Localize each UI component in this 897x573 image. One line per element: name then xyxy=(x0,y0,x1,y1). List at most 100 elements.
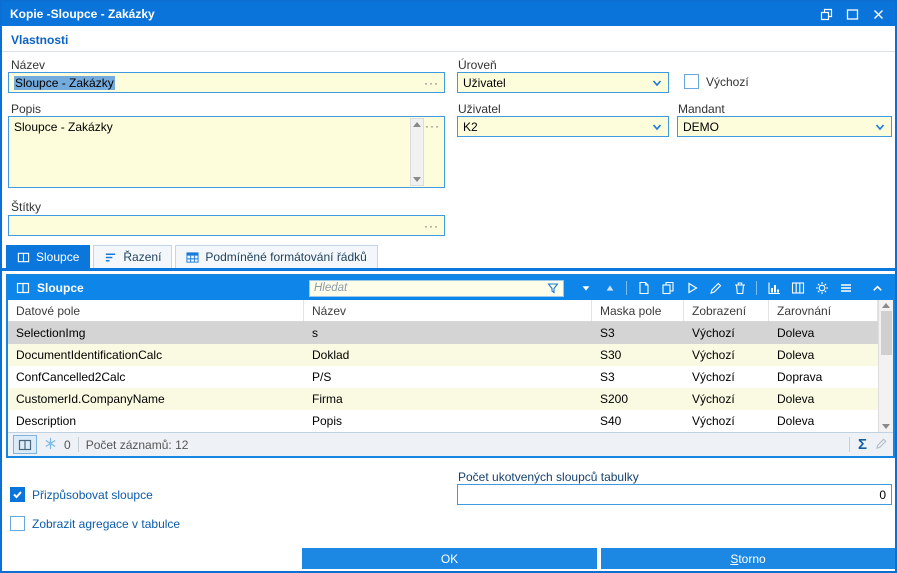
cell-zarovnani: Doleva xyxy=(777,326,815,340)
storno-button[interactable]: Storno xyxy=(601,548,895,569)
close-icon[interactable] xyxy=(869,6,887,22)
window-title: Kopie -Sloupce - Zakázky xyxy=(10,7,155,21)
popis-scrollbar[interactable] xyxy=(410,118,424,186)
cell-datove-pole: ConfCancelled2Calc xyxy=(16,370,126,384)
chart-icon[interactable] xyxy=(766,280,781,296)
uzivatel-combo[interactable]: K2 xyxy=(457,116,669,137)
cell-zarovnani: Doleva xyxy=(777,392,815,406)
cell-datove-pole: SelectionImg xyxy=(16,326,86,340)
table-row[interactable]: Description Popis S40 Výchozí Doleva xyxy=(8,410,878,432)
copy-record-icon[interactable] xyxy=(660,280,675,296)
delete-icon[interactable] xyxy=(732,280,747,296)
table-row[interactable]: ConfCancelled2Calc P/S S3 Výchozí Doprav… xyxy=(8,366,878,388)
popis-textarea[interactable]: Sloupce - Zakázky ··· xyxy=(8,116,445,188)
filter-icon[interactable] xyxy=(547,282,559,294)
popis-ellipsis-button[interactable]: ··· xyxy=(425,120,440,132)
column-header-zarovnani[interactable]: Zarovnání xyxy=(769,300,878,321)
pinned-columns-input[interactable]: 0 xyxy=(457,484,892,505)
uzivatel-value: K2 xyxy=(463,119,478,134)
menu-icon[interactable] xyxy=(838,280,853,296)
column-settings-icon[interactable] xyxy=(790,280,805,296)
grid-format-icon xyxy=(186,251,199,264)
scroll-up-icon[interactable] xyxy=(882,303,890,308)
cell-zarovnani: Doprava xyxy=(777,370,823,384)
cell-maska-pole: S30 xyxy=(600,348,622,362)
toolbar-separator xyxy=(756,281,757,295)
scroll-down-icon[interactable] xyxy=(413,177,421,182)
table-scrollbar[interactable] xyxy=(878,300,893,432)
book-icon[interactable] xyxy=(13,435,37,454)
ok-button[interactable]: OK xyxy=(302,548,597,569)
tab-label: Podmíněné formátování řádků xyxy=(205,250,367,264)
edit-disabled-icon xyxy=(875,437,888,453)
table-header: Datové pole Název Maska pole Zobrazení Z… xyxy=(8,300,878,322)
sort-up-icon[interactable] xyxy=(602,280,617,296)
search-input[interactable]: Hledat xyxy=(309,279,564,297)
uroven-value: Uživatel xyxy=(463,75,506,90)
checkbox-box xyxy=(10,516,25,531)
new-record-icon[interactable] xyxy=(636,280,651,296)
cell-zarovnani: Doleva xyxy=(777,414,815,428)
status-separator xyxy=(848,437,850,452)
column-header-datove-pole[interactable]: Datové pole xyxy=(8,300,304,321)
cell-zobrazeni: Výchozí xyxy=(692,392,735,406)
status-separator xyxy=(77,437,79,452)
column-header-nazev[interactable]: Název xyxy=(304,300,592,321)
pinned-columns-label: Počet ukotvených sloupců tabulky xyxy=(458,470,639,484)
vychozi-checkbox[interactable]: Výchozí xyxy=(684,74,749,89)
cell-nazev: s xyxy=(312,326,318,340)
section-title: Vlastnosti xyxy=(11,33,69,47)
nazev-ellipsis-button[interactable]: ··· xyxy=(424,77,439,89)
table-row[interactable]: SelectionImg s S3 Výchozí Doleva xyxy=(8,322,878,344)
cell-nazev: Popis xyxy=(312,414,343,428)
tab-strip: Sloupce Řazení Podmíněné formátování řád… xyxy=(6,245,378,268)
stitky-ellipsis-button[interactable]: ··· xyxy=(424,220,439,232)
uzivatel-label: Uživatel xyxy=(458,102,501,116)
cell-datove-pole: CustomerId.CompanyName xyxy=(16,392,165,406)
columns-icon xyxy=(16,281,30,295)
tab-sloupce[interactable]: Sloupce xyxy=(6,245,91,268)
collapse-panel-icon[interactable] xyxy=(870,280,885,296)
tab-razeni[interactable]: Řazení xyxy=(93,245,173,268)
snowflake-icon[interactable] xyxy=(44,437,57,453)
cell-zobrazeni: Výchozí xyxy=(692,370,735,384)
nazev-input[interactable]: Sloupce - Zakázky ··· xyxy=(8,72,445,93)
cell-zobrazeni: Výchozí xyxy=(692,326,735,340)
scroll-down-icon[interactable] xyxy=(882,424,890,429)
dropdown-icon[interactable] xyxy=(651,77,663,89)
columns-icon xyxy=(17,251,30,264)
toolbar-separator xyxy=(626,281,627,295)
column-header-maska-pole[interactable]: Maska pole xyxy=(592,300,684,321)
table-row[interactable]: DocumentIdentificationCalc Doklad S30 Vý… xyxy=(8,344,878,366)
dropdown-icon[interactable] xyxy=(651,121,663,133)
show-aggregations-checkbox[interactable]: Zobrazit agregace v tabulce xyxy=(10,516,180,531)
run-icon[interactable] xyxy=(684,280,699,296)
vychozi-label: Výchozí xyxy=(706,74,749,89)
tab-label: Řazení xyxy=(123,250,162,264)
tab-podminene-formatovani-radku[interactable]: Podmíněné formátování řádků xyxy=(175,245,378,268)
scroll-up-icon[interactable] xyxy=(413,122,421,127)
show-aggregations-label: Zobrazit agregace v tabulce xyxy=(32,516,181,531)
popis-value: Sloupce - Zakázky xyxy=(14,120,113,134)
column-header-zobrazeni[interactable]: Zobrazení xyxy=(684,300,769,321)
dialog-window: Kopie -Sloupce - Zakázky Vlastnosti Náze… xyxy=(0,0,897,573)
stitky-input[interactable]: ··· xyxy=(8,215,445,236)
cell-maska-pole: S200 xyxy=(600,392,629,406)
edit-icon[interactable] xyxy=(708,280,723,296)
fit-columns-label: Přizpůsobovat sloupce xyxy=(32,487,153,502)
mandant-combo[interactable]: DEMO xyxy=(677,116,892,137)
panel-caption: Sloupce Hledat xyxy=(8,276,893,300)
sum-icon[interactable]: Σ xyxy=(858,437,867,452)
dock-icon[interactable] xyxy=(817,6,835,22)
flag-count: 0 xyxy=(64,437,71,452)
scrollbar-thumb[interactable] xyxy=(880,311,892,355)
uroven-combo[interactable]: Uživatel xyxy=(457,72,669,93)
maximize-icon[interactable] xyxy=(843,6,861,22)
separator-line xyxy=(2,51,895,52)
nazev-value: Sloupce - Zakázky xyxy=(14,75,115,90)
fit-columns-checkbox[interactable]: Přizpůsobovat sloupce xyxy=(10,487,153,502)
dropdown-icon[interactable] xyxy=(874,121,886,133)
settings-icon[interactable] xyxy=(814,280,829,296)
filter-dropdown-icon[interactable] xyxy=(578,280,593,296)
table-row[interactable]: CustomerId.CompanyName Firma S200 Výchoz… xyxy=(8,388,878,410)
